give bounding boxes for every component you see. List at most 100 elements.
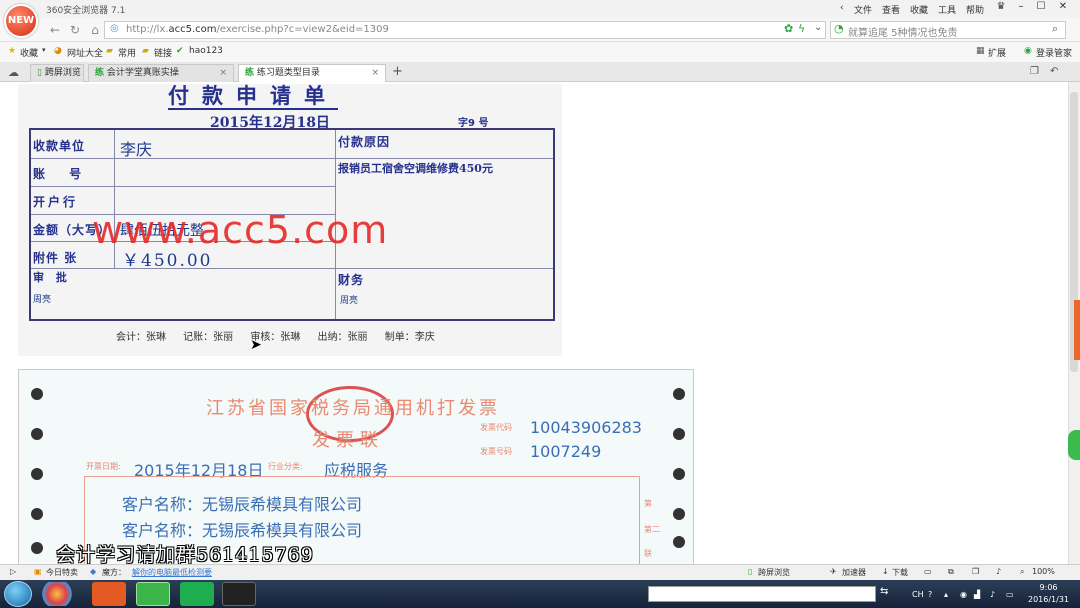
search-engine-icon[interactable]: ◔: [834, 22, 844, 35]
folder-icon: ▰: [106, 46, 113, 56]
payee-value: 李庆: [120, 140, 153, 159]
tab-exercise-types[interactable]: 练 练习题类型目录 ×: [238, 64, 386, 82]
zoom-icon[interactable]: ⌕: [1020, 567, 1024, 577]
tab-label: 会计学堂真账实操: [106, 68, 179, 78]
status-magic[interactable]: 魔方：: [102, 567, 126, 578]
bookmark-sites[interactable]: 网址大全: [67, 46, 103, 59]
chevron-icon[interactable]: ‹: [840, 3, 844, 13]
help-icon[interactable]: ?: [928, 590, 932, 599]
close-icon[interactable]: ×: [371, 65, 379, 82]
zoom-level[interactable]: 100%: [1032, 567, 1055, 576]
status-play-icon[interactable]: ▷: [10, 567, 16, 576]
status-download[interactable]: 下载: [892, 567, 908, 578]
start-button[interactable]: [4, 581, 32, 607]
extensions-icon[interactable]: ▦: [976, 46, 985, 56]
hao123-icon: ✔: [176, 46, 184, 56]
overlay-caption: 会计学习请加群561415769: [56, 544, 314, 566]
tab-label: 跨屏浏览: [44, 68, 81, 78]
minimize-button[interactable]: –: [1012, 1, 1030, 15]
app-icon[interactable]: [180, 582, 214, 606]
login-button[interactable]: 登录管家: [1036, 46, 1072, 59]
practice-icon: 练: [245, 68, 255, 78]
app-icon[interactable]: [222, 582, 256, 606]
customer-name-1: 客户名称：无锡辰希模具有限公司: [122, 495, 363, 514]
payee-label: 收款单位: [33, 139, 86, 153]
url-text[interactable]: http://lx.acc5.com/exercise.php?c=view2&…: [126, 24, 389, 35]
new-tab-icon[interactable]: +: [392, 64, 403, 79]
browser-taskbar-icon[interactable]: [136, 582, 170, 606]
invoice-subtitle: 发票联: [312, 430, 384, 451]
search-icon[interactable]: ⌕: [1052, 22, 1058, 36]
user-icon[interactable]: ◉: [1024, 46, 1032, 56]
screenshot-icon[interactable]: ⧉: [948, 567, 954, 577]
restore-icon[interactable]: ❐: [972, 567, 979, 576]
clock[interactable]: 9:06 2016/1/31: [1028, 582, 1069, 606]
tab-accounting[interactable]: 练 会计学堂真账实操 ×: [88, 64, 234, 82]
back-icon[interactable]: ←: [46, 21, 64, 39]
volume-icon[interactable]: ♪: [990, 590, 995, 599]
dropdown-icon[interactable]: ▾: [42, 46, 46, 54]
bookmark-favorites[interactable]: 收藏: [20, 46, 38, 59]
cloud-icon[interactable]: ☁: [8, 66, 19, 79]
bookmark-links[interactable]: 链接: [154, 46, 172, 59]
browser-logo-icon[interactable]: NEW: [4, 4, 38, 38]
app-icon[interactable]: [92, 582, 126, 606]
refresh-icon[interactable]: ↻: [66, 21, 84, 39]
float-widget[interactable]: [1068, 430, 1080, 460]
close-icon[interactable]: ×: [219, 65, 227, 82]
bookmark-hao123[interactable]: hao123: [189, 46, 223, 56]
menu-tools[interactable]: 工具: [938, 3, 956, 16]
app-icon[interactable]: [40, 582, 74, 606]
globe-icon: ◎: [110, 23, 119, 34]
signers-line: 会计：张琳 记账：张丽 审核：张琳 出纳：张丽 制单：李庆: [116, 332, 435, 343]
volume-icon[interactable]: ♪: [996, 567, 1001, 576]
gear-icon[interactable]: ✿: [784, 22, 793, 35]
extensions-button[interactable]: 扩展: [988, 46, 1006, 59]
status-today-deal[interactable]: 今日特卖: [46, 567, 78, 578]
shirt-icon[interactable]: ♛: [992, 1, 1010, 15]
star-icon: ★: [8, 46, 17, 56]
menu-help[interactable]: 帮助: [966, 3, 984, 16]
window-icon[interactable]: ▭: [924, 567, 932, 576]
menu-view[interactable]: 查看: [882, 3, 900, 16]
menu-file[interactable]: 文件: [854, 3, 872, 16]
approve-label: 审 批: [33, 271, 71, 284]
home-icon[interactable]: ⌂: [86, 21, 104, 39]
status-cross-screen[interactable]: 跨屏浏览: [758, 567, 790, 578]
security-icon[interactable]: ◉: [960, 590, 967, 599]
menu-favorites[interactable]: 收藏: [910, 3, 928, 16]
site-icon: ◕: [54, 46, 62, 56]
watermark-text: www.acc5.com: [92, 208, 389, 252]
network-icon[interactable]: ▟: [974, 590, 980, 599]
monitor-icon[interactable]: ▭: [1006, 590, 1014, 599]
payment-title: 付款申请单: [168, 83, 338, 110]
download-icon: ↓: [882, 567, 889, 576]
status-accelerator[interactable]: 加速器: [842, 567, 866, 578]
close-button[interactable]: ✕: [1054, 1, 1072, 15]
reason-value: 报销员工宿舍空调维修费450元: [338, 162, 493, 175]
cube-icon: ◆: [90, 567, 97, 576]
clock-time: 9:06: [1039, 583, 1058, 592]
language-indicator[interactable]: CH: [912, 590, 924, 599]
taskbar-input[interactable]: [648, 586, 876, 602]
maximize-button[interactable]: ☐: [1032, 1, 1050, 15]
side-widget[interactable]: [1074, 300, 1080, 360]
tray-icon[interactable]: ▴: [944, 590, 948, 599]
dropdown-icon[interactable]: ⇆: [880, 586, 888, 597]
restore-tab-icon[interactable]: ❐: [1030, 66, 1039, 77]
invoice-title: 江苏省国家税务局通用机打发票: [206, 398, 500, 419]
status-tip-link[interactable]: 解你的电脑最低检测要: [132, 567, 212, 578]
url-prefix: http://lx.: [126, 24, 169, 35]
account-label: 账 号: [33, 167, 92, 181]
chevron-down-icon[interactable]: ⌄: [814, 22, 822, 33]
tab-cross-screen[interactable]: ▯ 跨屏浏览: [30, 64, 84, 82]
bookmark-common[interactable]: 常用: [118, 46, 136, 59]
undo-icon[interactable]: ↶: [1050, 66, 1058, 77]
url-path: /exercise.php?c=view2&eid=1309: [216, 24, 389, 35]
folder-icon: ▰: [142, 46, 149, 56]
lightning-icon[interactable]: ϟ: [798, 22, 805, 35]
payment-number: 字9 号: [458, 118, 489, 129]
search-placeholder: 就算追尾 5种情况也免责: [848, 28, 958, 39]
finance-label: 财务: [338, 273, 365, 287]
phone-icon: ▯: [37, 68, 42, 78]
